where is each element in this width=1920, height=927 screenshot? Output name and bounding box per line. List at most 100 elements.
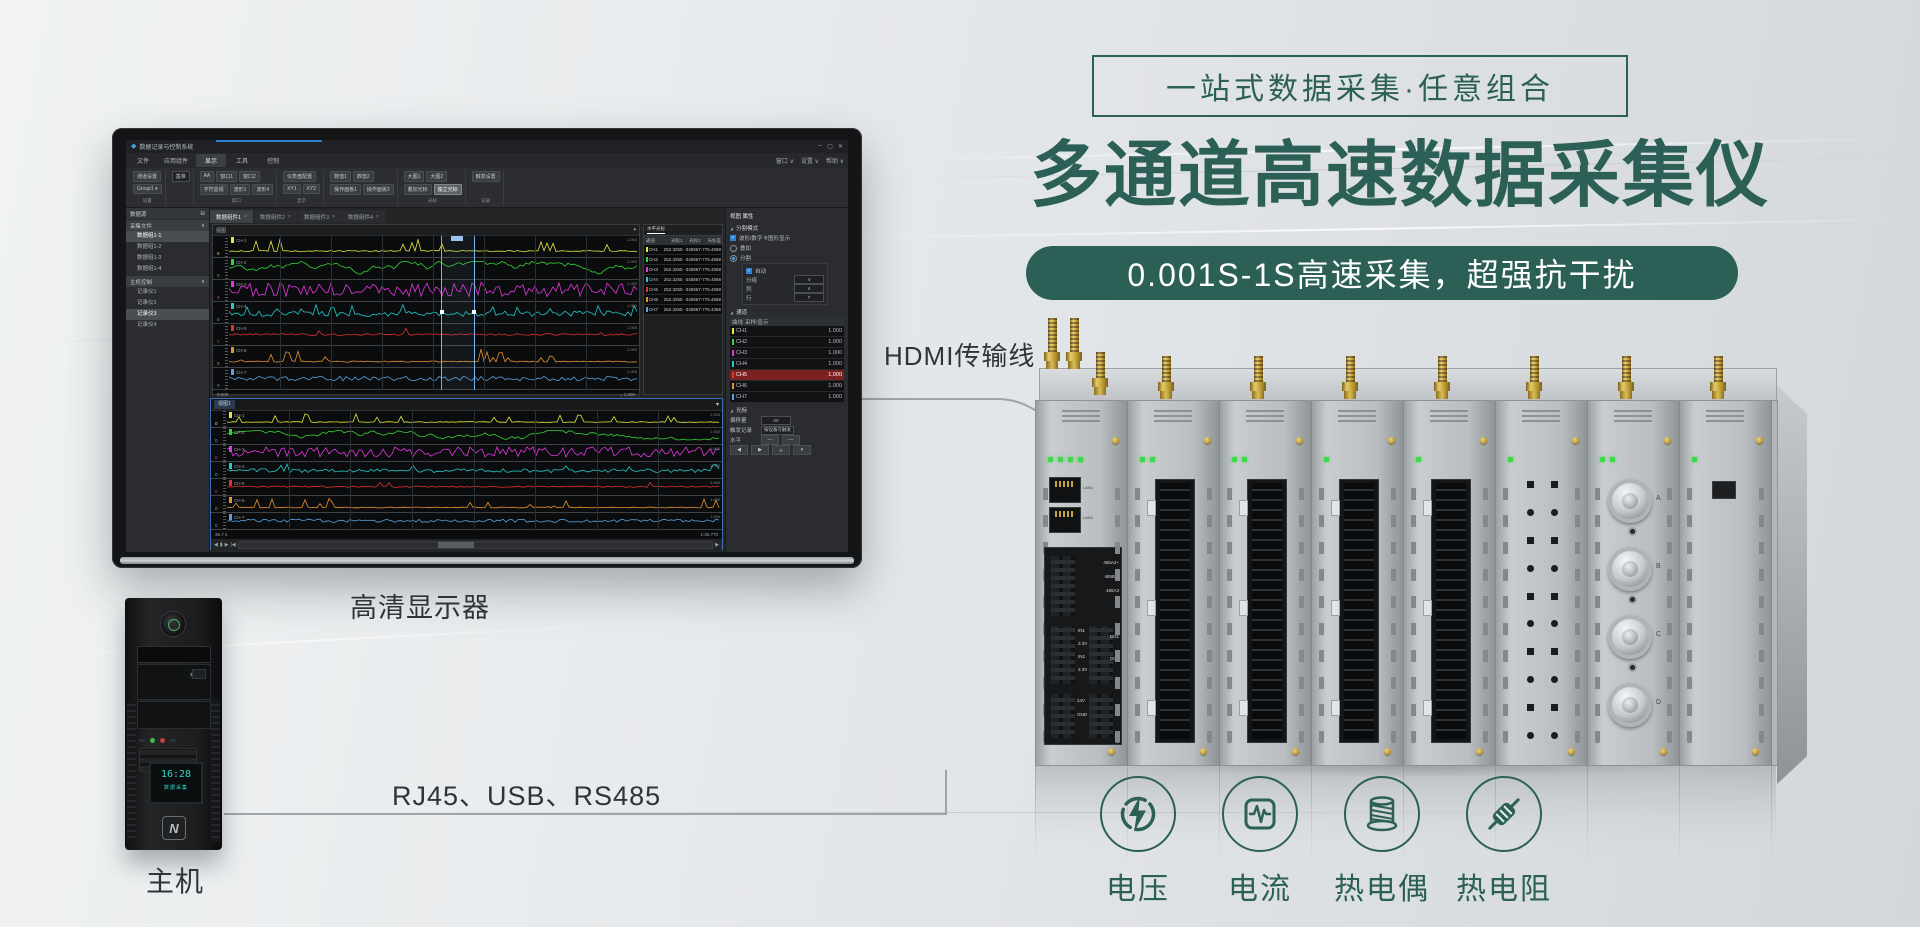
channel-row[interactable]: CH61.000 [730, 381, 844, 392]
sma-connector[interactable] [1525, 356, 1543, 399]
circular-connector-C[interactable] [1608, 615, 1652, 659]
ribbon-button[interactable]: 基准 [172, 171, 190, 182]
sidebar-item-数据组1-4[interactable]: 数据组1-4 [126, 264, 209, 275]
sidebar-item-数据组1-2[interactable]: 数据组1-2 [126, 242, 209, 253]
close-tab-icon[interactable]: × [288, 214, 291, 220]
radio-selected-icon[interactable] [730, 255, 737, 262]
sidebar-item-记录仪1[interactable]: 记录仪1 [126, 287, 209, 298]
ribbon-button[interactable]: 操作面板2 [363, 184, 394, 195]
sma-connector[interactable] [1433, 356, 1451, 399]
sidebar-item-数据组1-1[interactable]: 数据组1-1 [126, 231, 209, 242]
waveform-lane[interactable]: CH-601.000 [213, 346, 639, 368]
step-left-button[interactable]: ◀ [730, 445, 748, 455]
table-row[interactable]: CH1252.3255-345867-776.4568 [644, 245, 722, 255]
ribbon-button[interactable]: 窗口2 [239, 171, 260, 182]
sidebar-item-记录仪3[interactable]: 记录仪3 [126, 309, 209, 320]
field-input[interactable]: 7 [794, 293, 824, 302]
sma-connector[interactable] [1341, 356, 1359, 399]
chevron-down-icon[interactable]: ▾ [716, 401, 719, 408]
menu-item[interactable]: 窗口 ∨ [776, 156, 794, 165]
checkbox-checked-icon[interactable]: ✓ [746, 268, 752, 274]
field-input[interactable]: 4 [794, 275, 824, 284]
ribbon-button[interactable]: 数值2 [353, 171, 374, 182]
sma-connector[interactable] [1709, 356, 1727, 399]
circular-connector-A[interactable] [1608, 479, 1652, 523]
close-tab-icon[interactable]: × [244, 214, 247, 220]
channel-row[interactable]: CH21.000 [730, 337, 844, 348]
sma-connector[interactable] [1091, 352, 1109, 395]
circular-connector-D[interactable] [1608, 683, 1652, 727]
ribbon-button[interactable]: AA [200, 171, 215, 182]
trigger-value-select[interactable]: 按设备写触发 [761, 426, 794, 435]
scroll-control-button[interactable]: ▮ [220, 542, 223, 548]
table-row[interactable]: CH5252.3255-345867-776.4568 [644, 285, 722, 295]
ribbon-button[interactable]: 数值1 [330, 171, 351, 182]
pin-icon[interactable]: ⊟ [200, 211, 205, 217]
waveform-lane[interactable]: CH-401.000 [213, 302, 639, 324]
waveform-lane[interactable]: CH-201.000 [213, 258, 639, 280]
table-row[interactable]: CH2252.3255-345867-776.4568 [644, 255, 722, 265]
scroll-control-button[interactable]: |◀ [230, 542, 235, 548]
minimize-button[interactable]: ─ [818, 143, 822, 150]
scroll-control-button[interactable]: ◀ [214, 542, 218, 548]
scroll-control-button[interactable]: ▶ [225, 542, 229, 548]
channel-row[interactable]: CH11.000 [730, 326, 844, 337]
cursor-handle[interactable] [472, 310, 476, 314]
doc-tab-数据组件4[interactable]: 数据组件4× [342, 210, 385, 223]
dropdown-button[interactable]: ▾ [793, 445, 811, 455]
menu-item[interactable]: 帮助 ∨ [826, 156, 844, 165]
close-tab-icon[interactable]: × [376, 214, 379, 220]
close-tab-icon[interactable]: × [332, 214, 335, 220]
ethernet-port[interactable] [1049, 477, 1081, 503]
sidebar-group-主机控制[interactable]: 主机控制∧ [126, 276, 209, 287]
ribbon-tab-控制[interactable]: 控制 [258, 154, 288, 167]
ribbon-button[interactable]: Group1 ▾ [133, 184, 162, 194]
sidebar-item-数据组1-3[interactable]: 数据组1-3 [126, 253, 209, 264]
sma-connector[interactable] [1157, 356, 1175, 399]
ribbon-button[interactable]: XY2 [303, 184, 320, 194]
waveform-lane[interactable]: CH-101.000 [213, 236, 639, 258]
ribbon-button[interactable]: XY1 [283, 184, 300, 194]
close-button[interactable]: ✕ [838, 143, 843, 150]
table-row[interactable]: CH7252.3255-345867-776.4366 [644, 305, 722, 315]
ribbon-button[interactable]: 独立光标 [434, 184, 462, 195]
option-overlay-chart[interactable]: 波形/数字卡图形显示 [739, 234, 790, 242]
power-button[interactable] [161, 612, 185, 636]
lower-chart-lanes[interactable]: CH-101.000CH-201.000CH-301.000CH-401.000… [211, 411, 722, 530]
ribbon-button[interactable]: 波形1 [230, 184, 251, 195]
maximize-button[interactable]: ▢ [827, 143, 833, 150]
waveform-lane[interactable]: CH-501.000 [213, 324, 639, 346]
eject-button[interactable] [192, 669, 206, 679]
table-row[interactable]: CH6252.3255-345867-776.4568 [644, 295, 722, 305]
sma-connector[interactable] [1065, 318, 1083, 369]
doc-tab-数据组件1[interactable]: 数据组件1× [210, 210, 253, 223]
ribbon-button[interactable]: 触发设置 [472, 171, 500, 182]
doc-tab-数据组件2[interactable]: 数据组件2× [254, 210, 297, 223]
channel-row[interactable]: CH51.000 [730, 370, 844, 381]
step-right-button[interactable]: ▶ [751, 445, 769, 455]
lower-chart-tab[interactable]: 视图1 [214, 400, 235, 409]
channel-row[interactable]: CH71.000 [730, 392, 844, 403]
decrease-button[interactable]: — [761, 435, 779, 445]
menu-item[interactable]: 文件 [130, 154, 156, 167]
ethernet-port[interactable] [1049, 507, 1081, 533]
ribbon-button[interactable]: 字符监视 [200, 184, 228, 195]
scrollbar-thumb[interactable] [438, 542, 474, 548]
radio-icon[interactable] [730, 245, 737, 252]
ribbon-tab-工具[interactable]: 工具 [227, 154, 257, 167]
waveform-lane[interactable]: CH-701.000 [213, 368, 639, 390]
scroll-right-button[interactable]: ▶ [715, 542, 719, 548]
scrollbar-track[interactable] [238, 541, 714, 549]
sma-connector[interactable] [1043, 318, 1061, 369]
menu-item[interactable]: 设置 ∨ [801, 156, 819, 165]
ribbon-button[interactable]: 通道设置 [133, 171, 161, 182]
sma-connector[interactable] [1617, 356, 1635, 399]
increase-button[interactable]: — [782, 435, 800, 445]
option-split[interactable]: 分割 [740, 254, 751, 262]
offset-value-select[interactable]: AV [761, 416, 791, 425]
table-row[interactable]: CH4252.3255-345867-776.4568 [644, 275, 722, 285]
ribbon-button[interactable]: 叠加光标 [404, 184, 432, 195]
option-auto[interactable]: 自动 [755, 267, 766, 275]
ribbon-button[interactable]: 波形4 [252, 184, 273, 195]
sidebar-item-记录仪2[interactable]: 记录仪2 [126, 298, 209, 309]
